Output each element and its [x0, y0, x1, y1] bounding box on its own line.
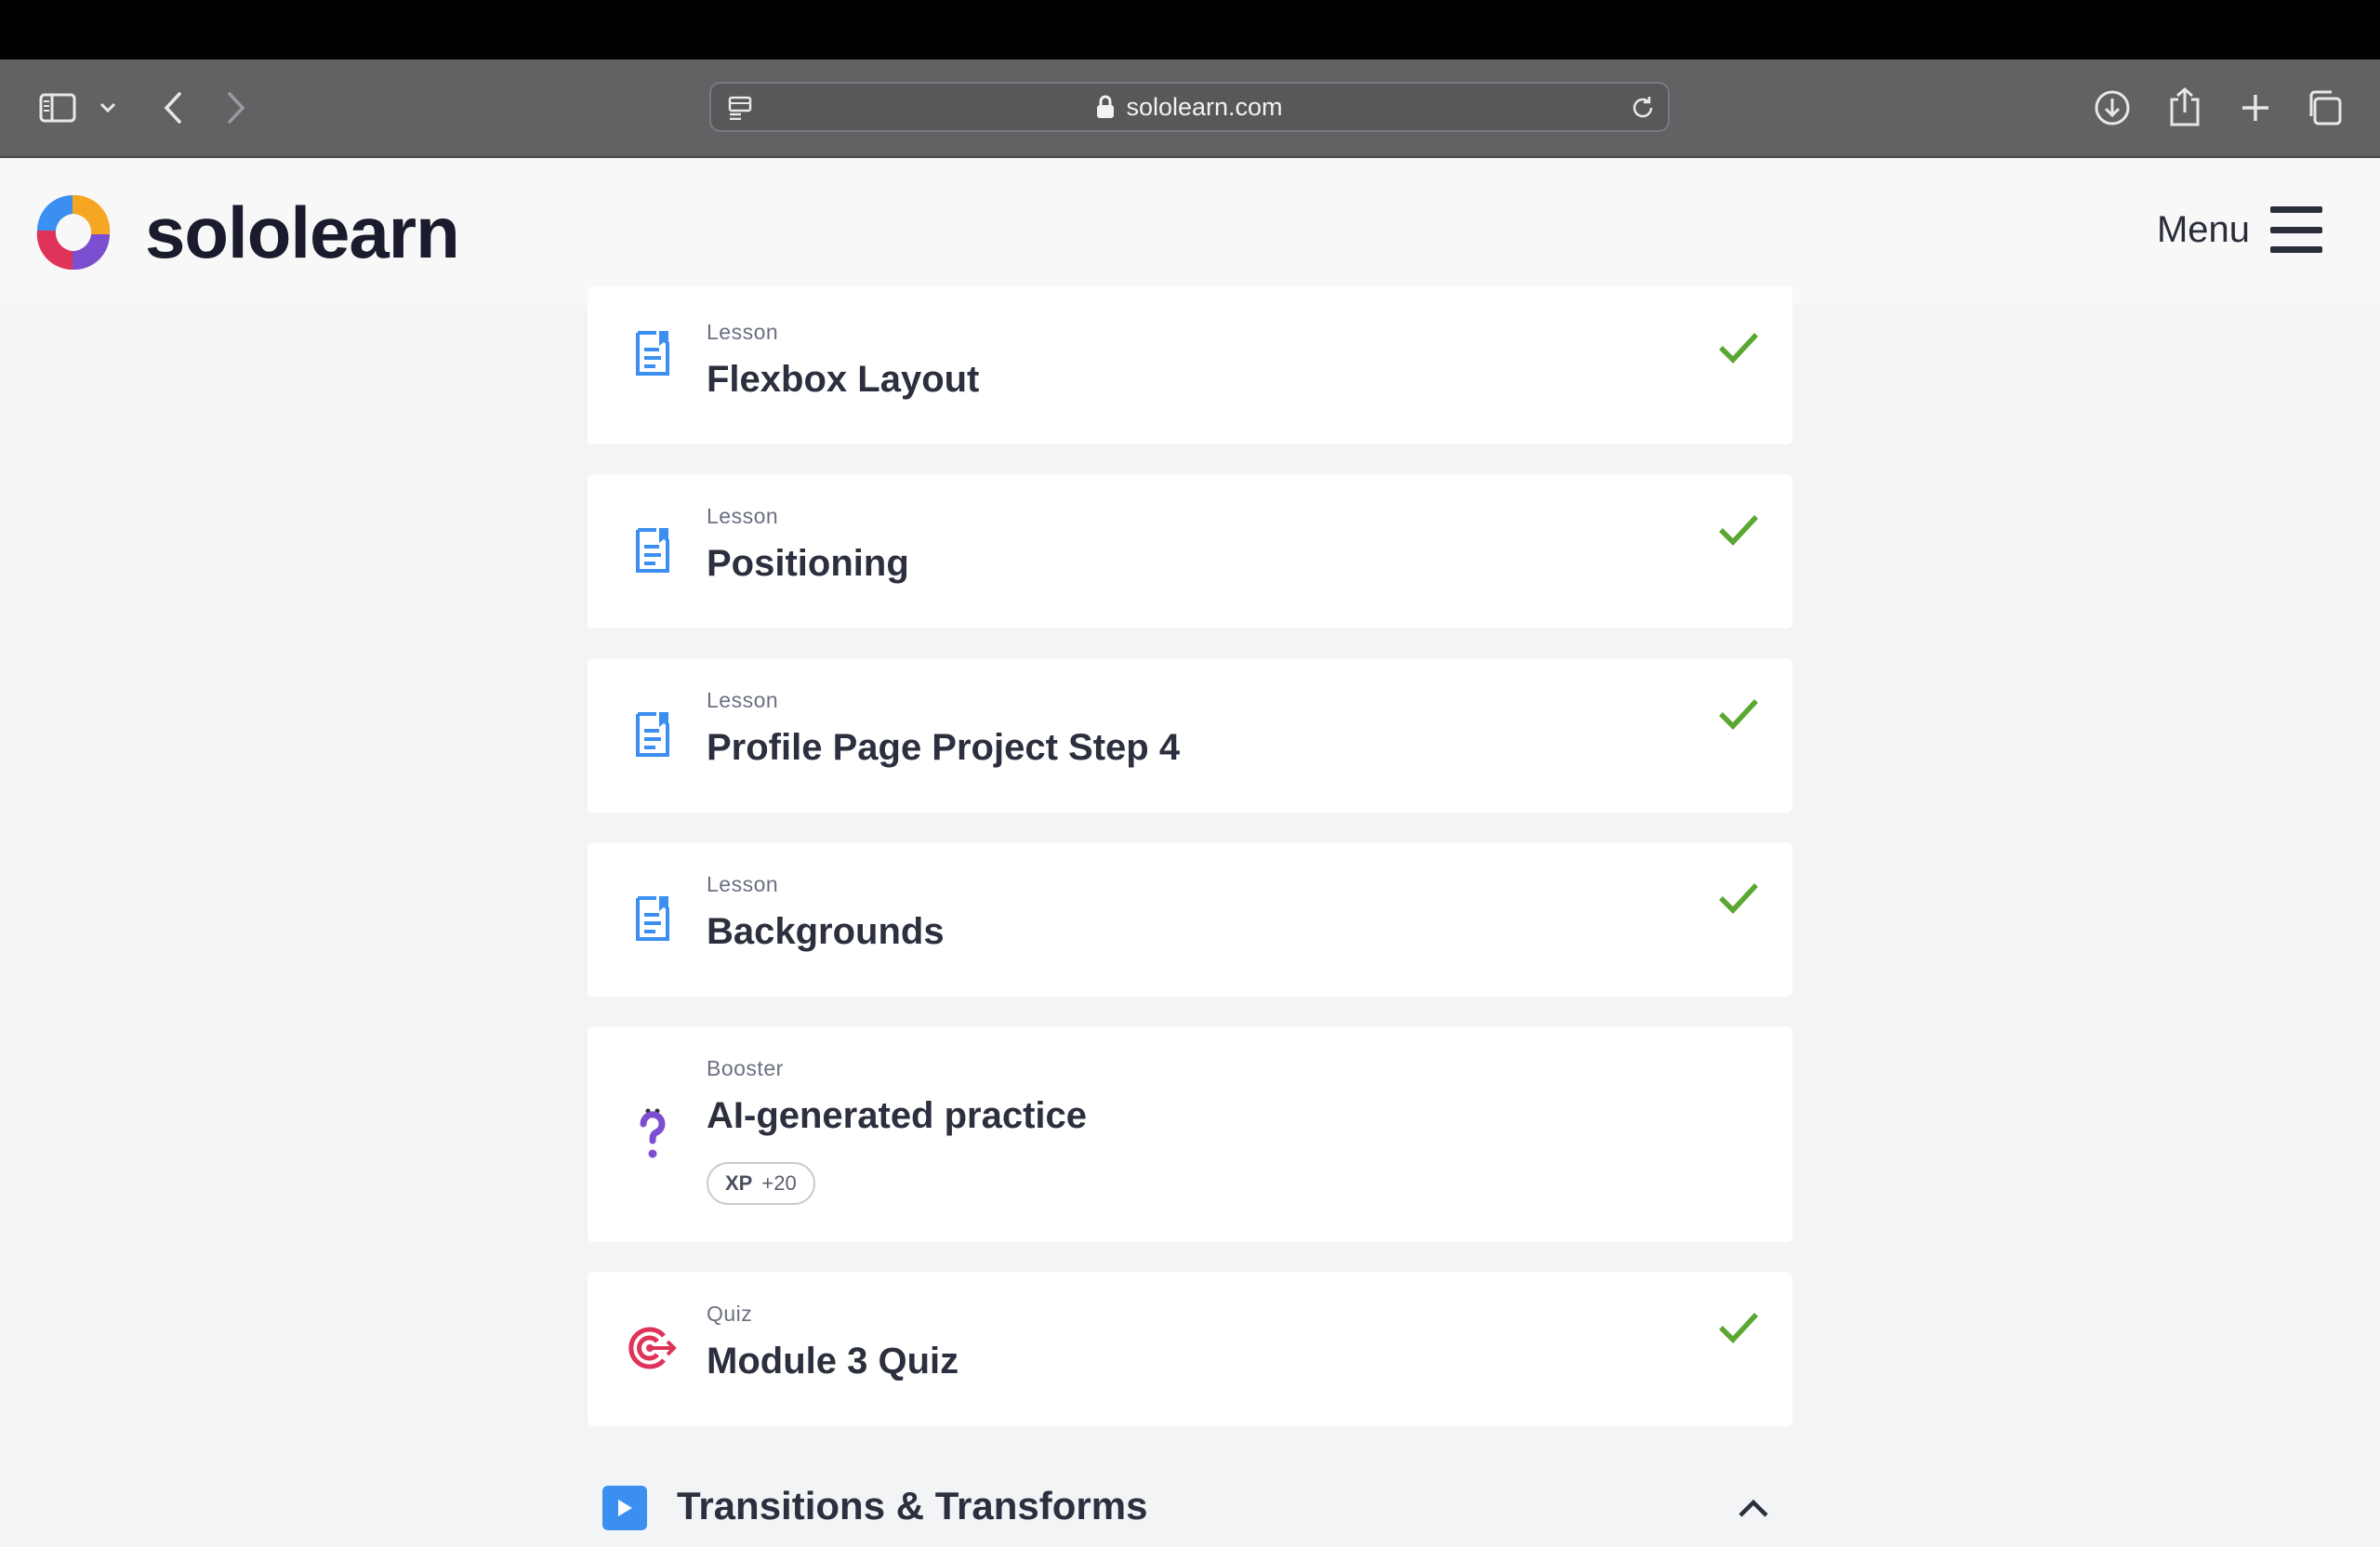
url-display[interactable]: sololearn.com: [711, 84, 1668, 130]
chevron-up-icon[interactable]: [1733, 1489, 1774, 1527]
system-top-bar: [0, 0, 2380, 60]
brand-name[interactable]: sololearn: [145, 186, 460, 279]
item-type: Lesson: [707, 504, 779, 528]
xp-label: XP: [725, 1171, 753, 1195]
new-tab-icon[interactable]: [2235, 87, 2276, 128]
target-icon: [625, 1320, 681, 1376]
item-title: Flexbox Layout: [707, 359, 980, 400]
section-title: Transitions & Transforms: [677, 1484, 1148, 1527]
site-header: sololearn Menu: [0, 158, 2380, 305]
item-title: Module 3 Quiz: [707, 1341, 959, 1382]
list-item[interactable]: Booster AI-generated practice XP +20: [588, 1026, 1792, 1242]
play-icon: [602, 1486, 647, 1530]
lesson-icon: [625, 707, 681, 762]
item-type: Lesson: [707, 688, 779, 712]
list-item[interactable]: Lesson Backgrounds: [588, 842, 1792, 997]
back-icon[interactable]: [154, 86, 192, 130]
share-icon[interactable]: [2164, 84, 2205, 130]
tabs-icon[interactable]: [2304, 87, 2345, 128]
check-icon: [1716, 329, 1761, 366]
check-icon: [1716, 511, 1761, 549]
list-item[interactable]: Quiz Module 3 Quiz: [588, 1272, 1792, 1426]
list-item[interactable]: Lesson Flexbox Layout: [588, 286, 1792, 444]
lock-icon: [1096, 95, 1115, 119]
lesson-icon: [625, 325, 681, 381]
list-item[interactable]: Lesson Positioning: [588, 474, 1792, 628]
item-type: Lesson: [707, 320, 779, 344]
list-item[interactable]: Lesson Profile Page Project Step 4: [588, 658, 1792, 813]
item-type: Booster: [707, 1056, 784, 1080]
section-header[interactable]: Transitions & Transforms: [588, 1469, 1792, 1543]
menu-button[interactable]: Menu: [2157, 206, 2322, 253]
question-icon: [625, 1106, 681, 1162]
chevron-down-icon[interactable]: [95, 95, 121, 121]
lesson-icon: [625, 522, 681, 578]
item-type: Lesson: [707, 872, 779, 896]
lesson-icon: [625, 891, 681, 946]
xp-badge: XP +20: [707, 1162, 815, 1205]
item-title: AI-generated practice: [707, 1095, 1088, 1136]
sololearn-logo-icon[interactable]: [26, 186, 119, 279]
check-icon: [1716, 1309, 1761, 1346]
download-icon[interactable]: [2092, 87, 2133, 128]
item-title: Positioning: [707, 543, 909, 584]
check-icon: [1716, 695, 1761, 733]
item-type: Quiz: [707, 1302, 753, 1326]
sidebar-icon[interactable]: [37, 87, 78, 128]
address-bar[interactable]: sololearn.com: [709, 82, 1670, 132]
hamburger-icon: [2270, 206, 2322, 253]
item-title: Backgrounds: [707, 911, 945, 952]
url-text: sololearn.com: [1126, 92, 1283, 121]
reload-icon[interactable]: [1627, 93, 1659, 123]
item-title: Profile Page Project Step 4: [707, 727, 1181, 768]
menu-label: Menu: [2156, 208, 2250, 250]
check-icon: [1716, 879, 1761, 917]
forward-icon[interactable]: [218, 86, 255, 130]
xp-value: +20: [761, 1171, 797, 1195]
